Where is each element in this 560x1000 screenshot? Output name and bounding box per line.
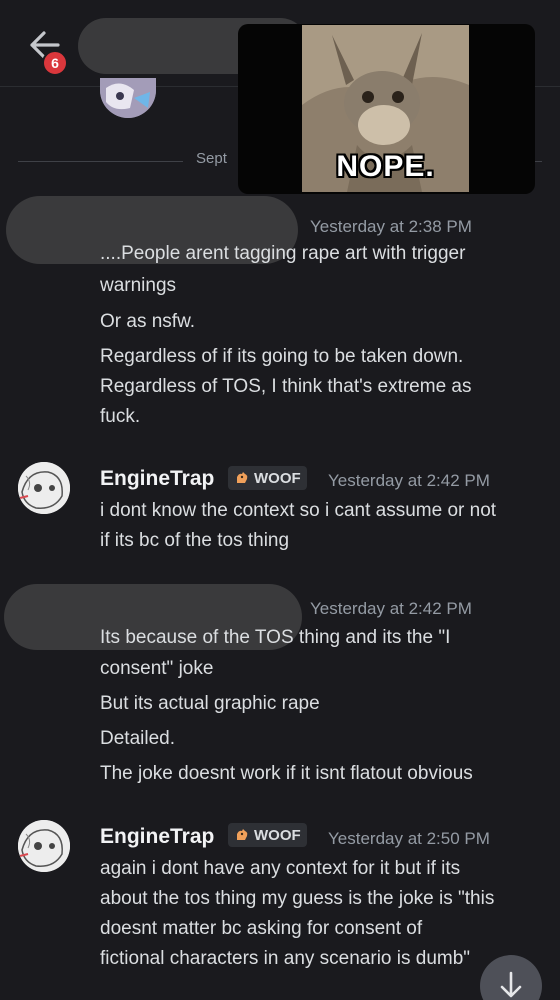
chat-screen: 6 Sept NOPE. Yesterday at 2:38 PM ....Pe… xyxy=(0,0,560,1000)
message-text: warnings xyxy=(100,275,177,296)
message-timestamp: Yesterday at 2:50 PM xyxy=(328,829,490,848)
arrow-down-icon xyxy=(500,971,522,998)
message-text: Regardless of if its going to be taken d… xyxy=(100,346,464,367)
avatar[interactable] xyxy=(18,820,70,872)
message-text: ....People arent tagging rape art with t… xyxy=(100,243,466,264)
message-text: fuck. xyxy=(100,406,141,427)
message-text: again i dont have any context for it but… xyxy=(100,858,461,879)
message-text: But its actual graphic rape xyxy=(100,693,320,714)
message-text: Regardless of TOS, I think that's extrem… xyxy=(100,376,472,397)
woof-role-icon xyxy=(237,829,248,840)
role-label: WOOF xyxy=(254,469,301,487)
avatar-art-icon xyxy=(100,78,156,118)
message-text: about the tos thing my guess is the joke… xyxy=(100,888,495,909)
message-text: i dont know the context so i cant assume… xyxy=(100,500,497,521)
divider-line-left xyxy=(18,161,183,162)
gif-caption: NOPE. xyxy=(336,150,435,183)
header-avatar[interactable] xyxy=(100,78,156,118)
message-timestamp: Yesterday at 2:42 PM xyxy=(328,471,490,490)
username[interactable]: EngineTrap xyxy=(100,467,214,491)
message-timestamp: Yesterday at 2:38 PM xyxy=(310,217,472,236)
message-text: The joke doesnt work if it isnt flatout … xyxy=(100,763,473,784)
date-divider: Sept xyxy=(196,150,227,167)
avatar-sketch-icon xyxy=(18,820,70,872)
message-text: if its bc of the tos thing xyxy=(100,530,290,551)
avatar-sketch-icon xyxy=(18,462,70,514)
role-label: WOOF xyxy=(254,826,301,844)
notification-badge: 6 xyxy=(42,50,68,76)
message-text: consent" joke xyxy=(100,658,214,679)
jump-to-bottom-button[interactable] xyxy=(480,955,542,1000)
message-timestamp: Yesterday at 2:42 PM xyxy=(310,599,472,618)
message-text: Its because of the TOS thing and its the… xyxy=(100,627,451,648)
username[interactable]: EngineTrap xyxy=(100,825,214,849)
message-text: fictional characters in any scenario is … xyxy=(100,948,471,969)
avatar[interactable] xyxy=(18,462,70,514)
role-tag[interactable]: WOOF xyxy=(228,466,307,490)
woof-role-icon xyxy=(237,472,248,483)
role-tag[interactable]: WOOF xyxy=(228,823,307,847)
message-text: doesnt matter bc asking for consent of xyxy=(100,918,423,939)
message-text: Detailed. xyxy=(100,728,175,749)
message-text: Or as nsfw. xyxy=(100,311,196,332)
